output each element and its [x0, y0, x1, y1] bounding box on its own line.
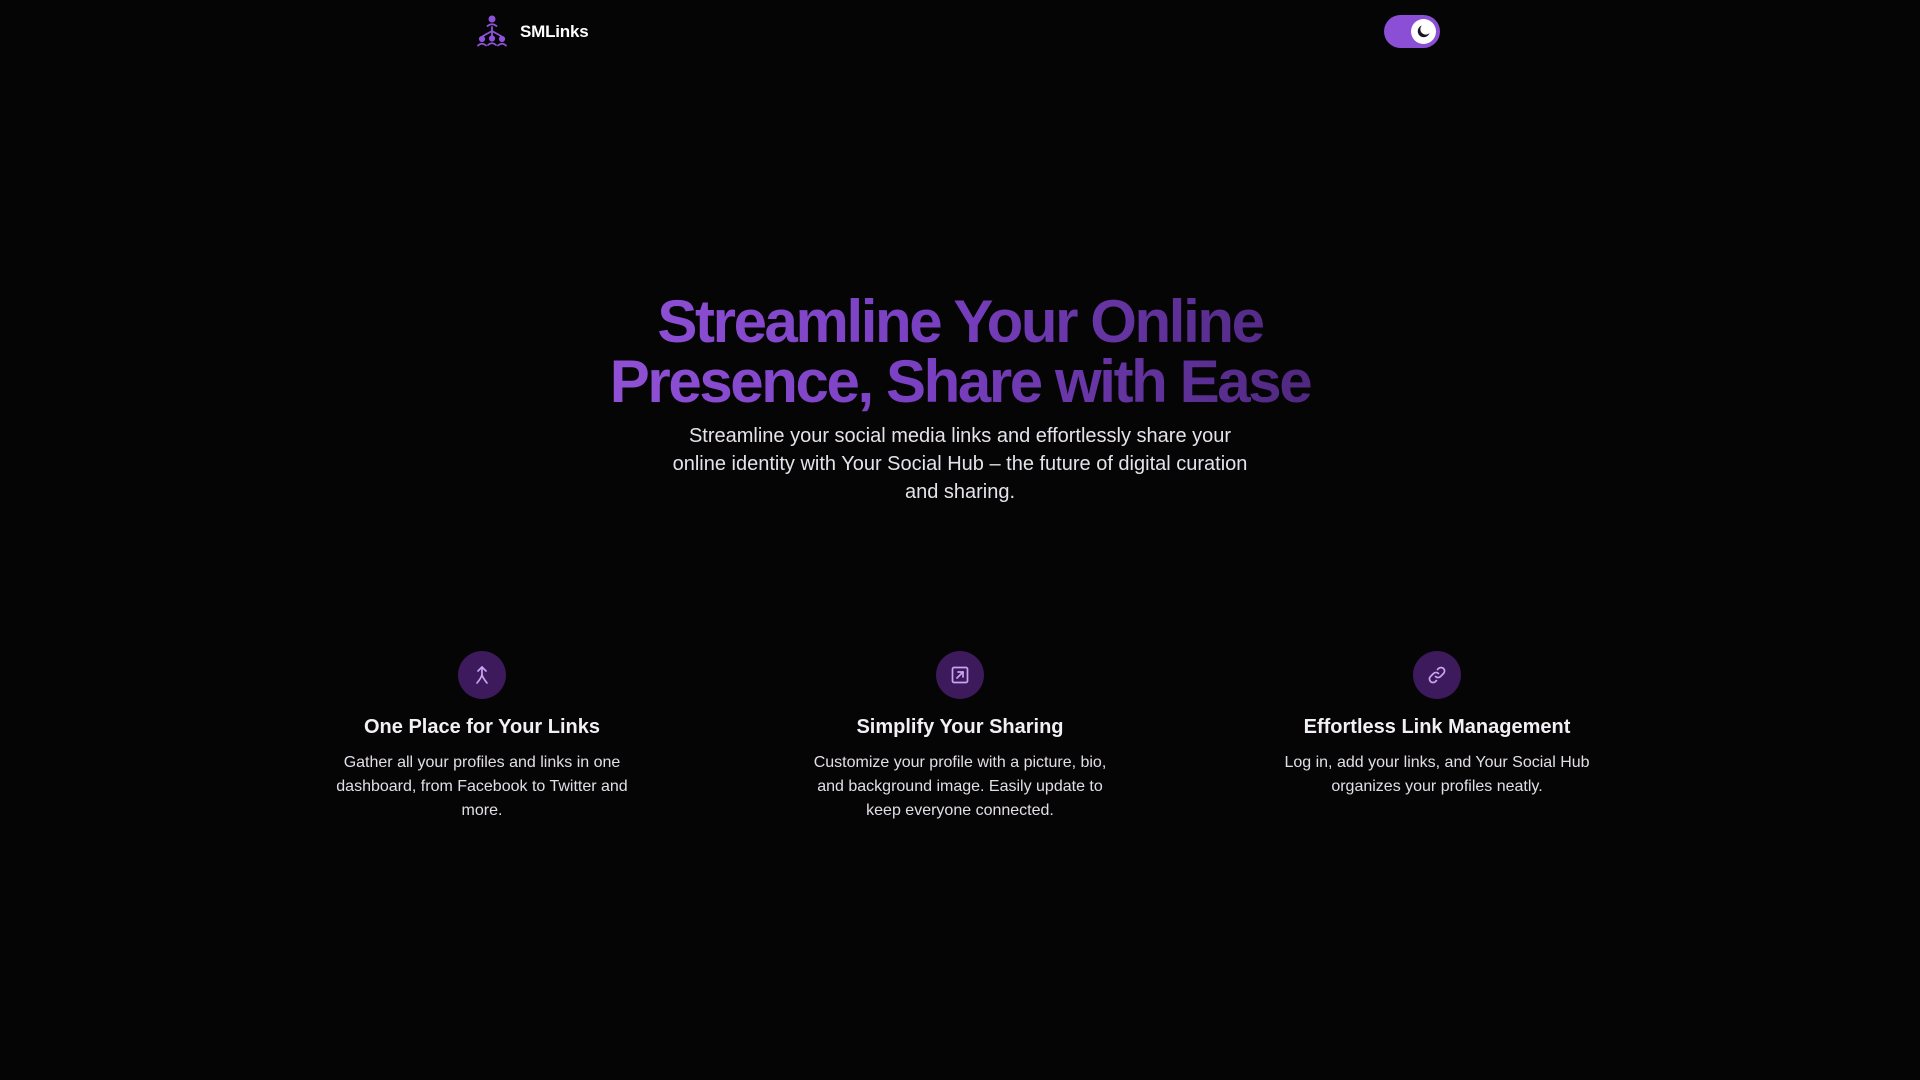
toggle-knob: [1411, 19, 1436, 44]
feature-icon-circle: [458, 651, 506, 699]
site-header: SMLinks: [0, 0, 1920, 64]
brand-link[interactable]: SMLinks: [476, 14, 589, 50]
hero-title: Streamline Your Online Presence, Share w…: [560, 292, 1360, 412]
link-chain-icon: [1428, 666, 1446, 684]
feature-card: Effortless Link Management Log in, add y…: [1267, 651, 1607, 799]
merge-arrows-icon: [476, 666, 488, 684]
moon-icon: [1417, 25, 1430, 38]
feature-title: Effortless Link Management: [1303, 716, 1571, 738]
hero-title-line-1: Streamline Your Online: [657, 288, 1263, 355]
page: SMLinks Streamline Your Online Presence,…: [0, 0, 1920, 1080]
theme-toggle[interactable]: [1384, 15, 1440, 48]
hero-section: Streamline Your Online Presence, Share w…: [560, 292, 1360, 506]
feature-text: Log in, add your links, and Your Social …: [1284, 754, 1590, 795]
network-nodes-icon: [477, 15, 507, 47]
feature-text: Gather all your profiles and links in on…: [336, 754, 628, 819]
feature-text: Customize your profile with a picture, b…: [813, 754, 1107, 819]
feature-card: One Place for Your Links Gather all your…: [312, 651, 652, 823]
feature-card: Simplify Your Sharing Customize your pro…: [790, 651, 1130, 823]
feature-title: Simplify Your Sharing: [856, 716, 1064, 738]
external-link-square-icon: [951, 666, 969, 684]
feature-icon-circle: [936, 651, 984, 699]
feature-title: One Place for Your Links: [364, 716, 600, 738]
brand-name: SMLinks: [520, 22, 589, 41]
hero-subtitle: Streamline your social media links and e…: [672, 425, 1248, 503]
feature-icon-circle: [1413, 651, 1461, 699]
hero-title-line-2: Presence, Share with Ease: [609, 348, 1311, 415]
